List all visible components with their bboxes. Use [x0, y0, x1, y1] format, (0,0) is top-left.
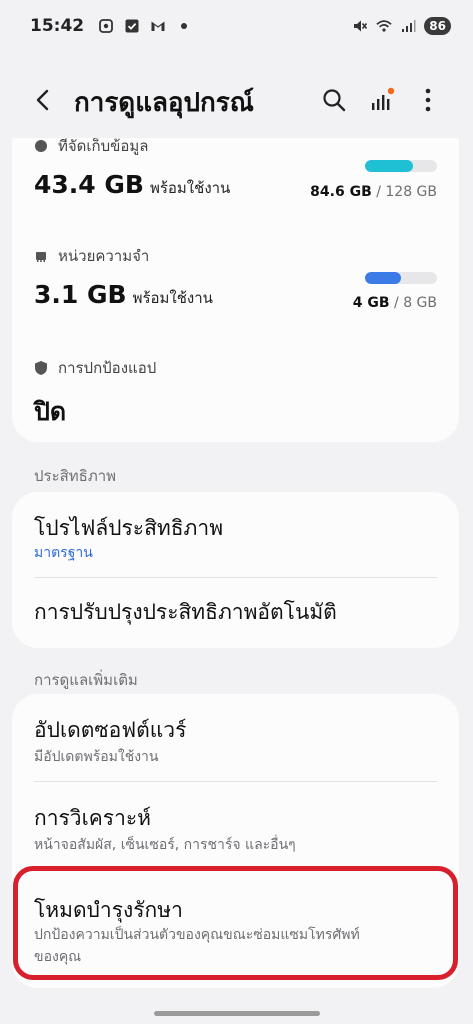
- status-bar: 15:42 86: [0, 0, 473, 52]
- back-button[interactable]: [30, 84, 60, 116]
- storage-available-label: พร้อมใช้งาน: [149, 179, 231, 197]
- status-card: ที่จัดเก็บข้อมูล 43.4 GB พร้อมใช้งาน 84.…: [12, 138, 459, 442]
- navigation-handle[interactable]: [154, 1011, 320, 1016]
- software-update-item[interactable]: อัปเดตซอฟต์แวร์ มีอัปเดตพร้อมใช้งาน: [12, 694, 459, 780]
- diagnostics-button[interactable]: [366, 84, 398, 116]
- auto-optimization-title: การปรับปรุงประสิทธิภาพอัตโนมัติ: [34, 600, 337, 624]
- storage-separator: /: [371, 184, 386, 200]
- memory-usage-fill: [365, 272, 401, 284]
- app-header: การดูแลอุปกรณ์: [0, 70, 473, 130]
- memory-total: 8 GB: [403, 295, 437, 311]
- storage-label: ที่จัดเก็บข้อมูล: [58, 138, 149, 155]
- additional-care-section-header: การดูแลเพิ่มเติม: [34, 671, 138, 689]
- app-protection-label: การปกป้องแอป: [58, 359, 157, 377]
- software-update-title: อัปเดตซอฟต์แวร์: [34, 718, 187, 742]
- storage-usage-text: 84.6 GB / 128 GB: [310, 184, 437, 200]
- performance-profile-value: มาตรฐาน: [34, 545, 93, 561]
- memory-value: 3.1 GB: [34, 280, 127, 309]
- storage-value: 43.4 GB: [34, 170, 144, 199]
- memory-separator: /: [389, 295, 404, 311]
- status-time: 15:42: [30, 16, 85, 36]
- memory-item[interactable]: หน่วยความจำ 3.1 GB พร้อมใช้งาน 4 GB / 8 …: [12, 238, 459, 328]
- storage-usage-fill: [365, 160, 413, 172]
- app-protection-value: ปิด: [34, 397, 67, 426]
- memory-available-label: พร้อมใช้งาน: [132, 289, 213, 307]
- storage-icon: [35, 140, 47, 152]
- diagnostics-subtitle: หน้าจอสัมผัส, เซ็นเซอร์, การชาร์จ และอื่…: [34, 837, 296, 853]
- wifi-icon: [376, 20, 392, 32]
- page-title: การดูแลอุปกรณ์: [74, 88, 254, 118]
- diagnostics-title: การวิเคราะห์: [34, 806, 151, 830]
- storage-used: 84.6 GB: [310, 184, 372, 200]
- storage-usage-bar: [365, 160, 437, 172]
- memory-label: หน่วยความจำ: [58, 247, 150, 265]
- battery-indicator: 86: [424, 17, 451, 35]
- performance-card: โปรไฟล์ประสิทธิภาพ มาตรฐาน การปรับปรุงปร…: [12, 492, 459, 648]
- diagnostics-item[interactable]: การวิเคราะห์ หน้าจอสัมผัส, เซ็นเซอร์, กา…: [12, 782, 459, 866]
- more-options-button[interactable]: [412, 84, 444, 116]
- performance-profile-title: โปรไฟล์ประสิทธิภาพ: [34, 516, 224, 540]
- performance-section-header: ประสิทธิภาพ: [34, 467, 117, 485]
- storage-item[interactable]: ที่จัดเก็บข้อมูล 43.4 GB พร้อมใช้งาน 84.…: [12, 138, 459, 220]
- software-update-subtitle: มีอัปเดตพร้อมใช้งาน: [34, 749, 159, 765]
- performance-profile-item[interactable]: โปรไฟล์ประสิทธิภาพ มาตรฐาน: [12, 492, 459, 576]
- check-icon: [125, 19, 139, 33]
- memory-usage-text: 4 GB / 8 GB: [353, 295, 437, 311]
- memory-chip-icon: [36, 252, 46, 262]
- back-icon: [36, 89, 49, 111]
- screenshot-icon: [99, 19, 114, 33]
- highlight-box: [13, 866, 458, 980]
- shield-icon: [35, 361, 47, 375]
- mute-icon: [354, 20, 368, 32]
- auto-optimization-item[interactable]: การปรับปรุงประสิทธิภาพอัตโนมัติ: [12, 578, 459, 648]
- memory-used: 4 GB: [352, 295, 390, 311]
- search-button[interactable]: [318, 84, 350, 116]
- app-protection-item[interactable]: การปกป้องแอป ปิด: [12, 348, 459, 438]
- storage-total: 128 GB: [385, 184, 437, 200]
- search-icon: [323, 89, 346, 112]
- gmail-icon: [151, 21, 165, 31]
- signal-icon: [402, 20, 416, 32]
- diagnostics-icon: [372, 87, 395, 110]
- dot-icon: [181, 23, 188, 29]
- more-icon: [425, 88, 431, 112]
- memory-usage-bar: [365, 272, 437, 284]
